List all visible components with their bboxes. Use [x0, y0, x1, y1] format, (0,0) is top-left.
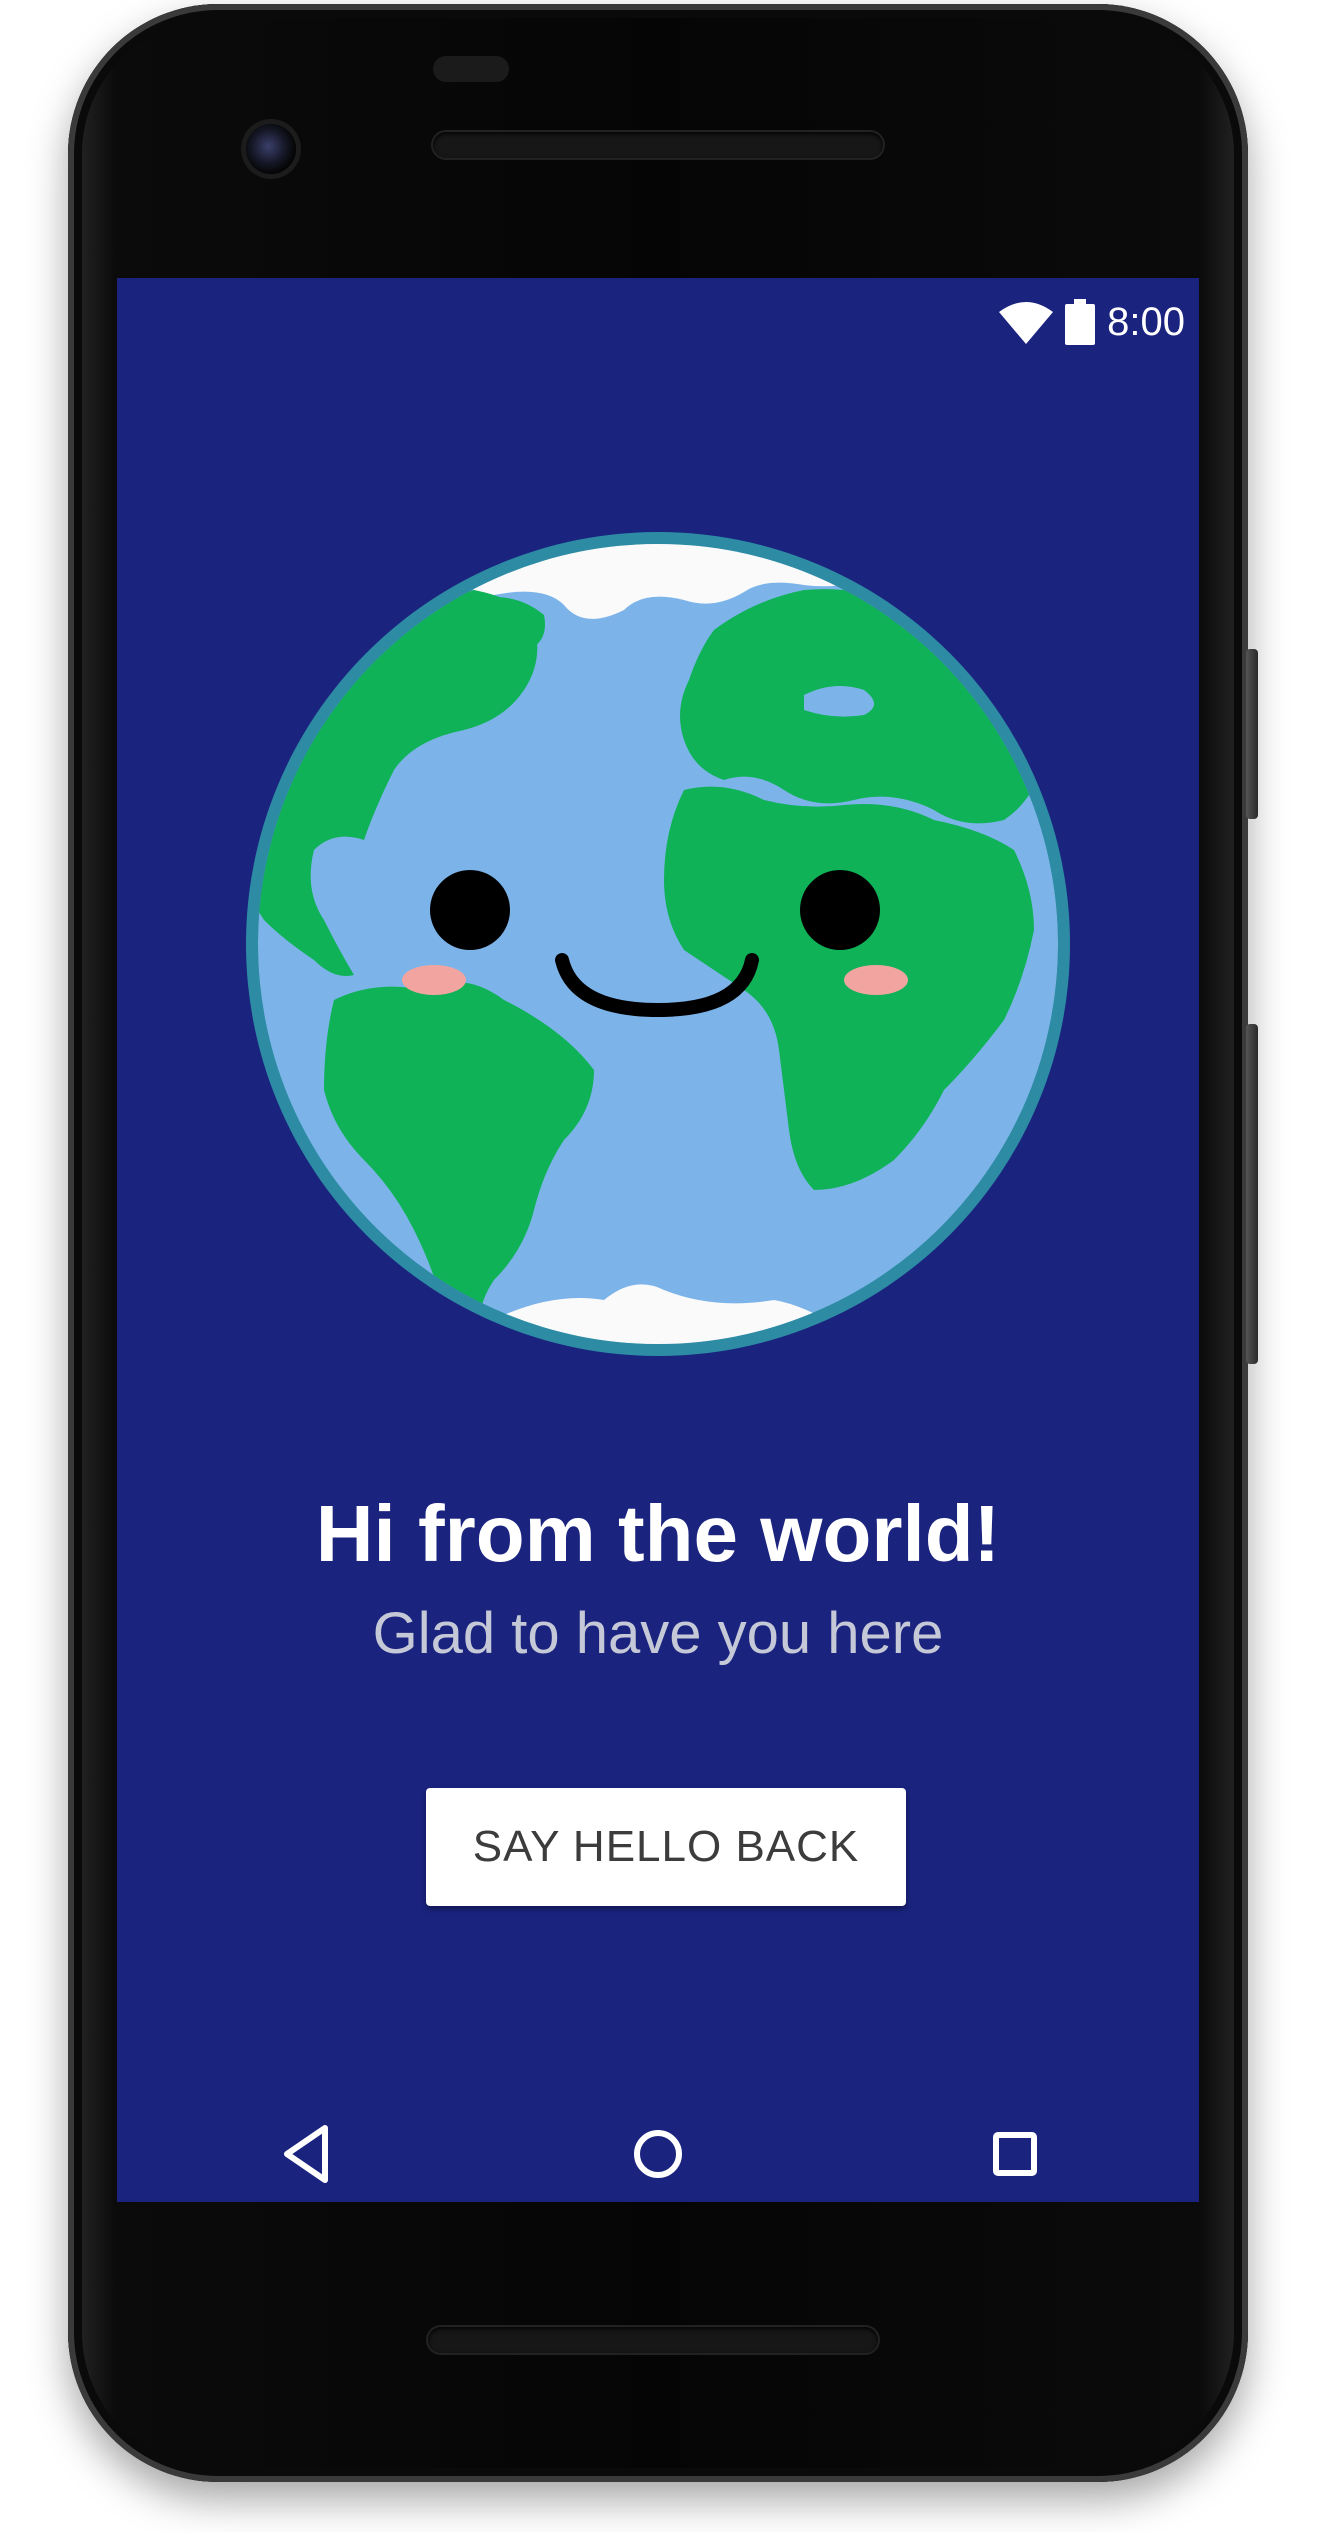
- right-cheek: [844, 965, 908, 995]
- phone-frame: 8:00 Hi from the world! Glad to have you…: [68, 4, 1258, 2482]
- earpiece-slot: [433, 56, 509, 82]
- recents-icon[interactable]: [975, 2114, 1055, 2194]
- screen: 8:00 Hi from the world! Glad to have you…: [117, 278, 1199, 2202]
- earth-illustration: [246, 532, 1070, 1356]
- navigation-bar: [117, 2114, 1199, 2194]
- status-time: 8:00: [1107, 299, 1185, 344]
- status-icons: 8:00: [999, 292, 1185, 352]
- home-icon[interactable]: [618, 2114, 698, 2194]
- bottom-speaker-grille: [428, 2327, 878, 2353]
- left-eye: [430, 870, 510, 950]
- left-cheek: [402, 965, 466, 995]
- top-speaker-grille: [433, 132, 883, 158]
- front-camera: [246, 124, 296, 174]
- right-eye: [800, 870, 880, 950]
- lake-detail: [804, 686, 874, 717]
- status-bar: 8:00: [117, 278, 1199, 364]
- say-hello-back-button[interactable]: SAY HELLO BACK: [426, 1788, 906, 1906]
- power-button[interactable]: [1246, 649, 1258, 819]
- greeting-title: Hi from the world!: [315, 1489, 1001, 1578]
- battery-icon: [1065, 299, 1096, 345]
- greeting-subtitle: Glad to have you here: [372, 1601, 944, 1666]
- back-icon[interactable]: [267, 2114, 347, 2194]
- volume-rocker[interactable]: [1246, 1024, 1258, 1364]
- wifi-icon: [999, 302, 1054, 344]
